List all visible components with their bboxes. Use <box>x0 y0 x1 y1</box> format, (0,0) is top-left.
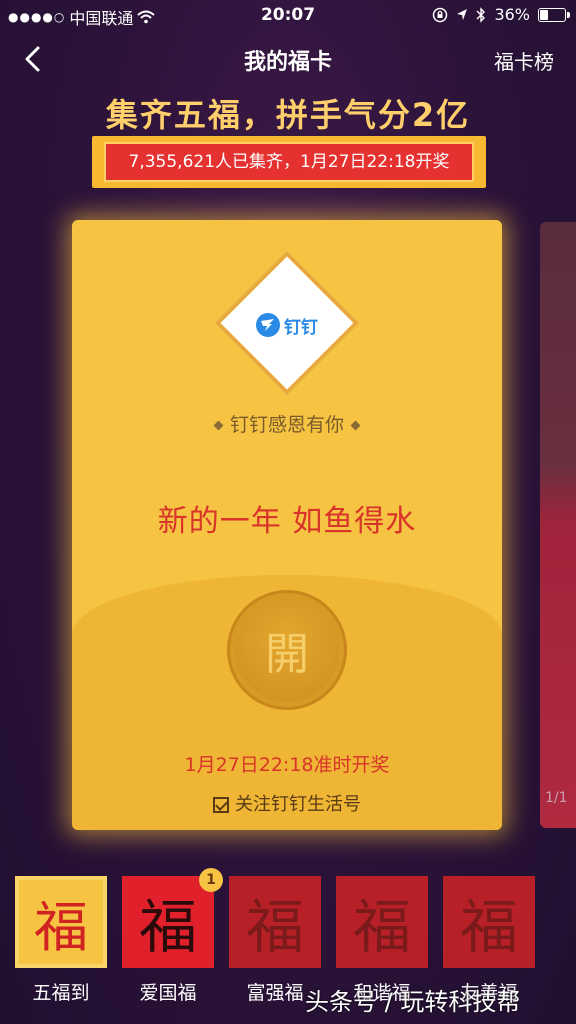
tab-label: 爱国福 <box>139 982 197 1004</box>
open-button-label: 開 <box>235 598 339 702</box>
follow-checkbox-row[interactable]: 关注钉钉生活号 <box>72 790 502 816</box>
tab-tile: 福 <box>229 876 321 968</box>
tab-tile: 福 <box>122 876 214 968</box>
sponsor-logo: 钉钉 <box>246 308 328 342</box>
status-bar: ●●●●○ 中国联通 20:07 36% <box>0 0 576 30</box>
page-title: 我的福卡 <box>243 50 332 75</box>
sponsor-line-text: 钉钉感恩有你 <box>229 414 344 436</box>
tab-aiguofu[interactable]: 福 1 爱国福 <box>121 868 223 1005</box>
stats-banner-text: 7,355,621人已集齐，1月27日22:18开奖 <box>104 142 474 182</box>
tab-wufudao[interactable]: 福 五福到 <box>14 876 108 1005</box>
sponsor-logo-text: 钉钉 <box>284 317 318 338</box>
sponsor-line: 钉钉感恩有你 <box>72 410 502 437</box>
location-icon <box>457 8 468 20</box>
rotation-lock-icon <box>433 7 448 22</box>
diamond-icon <box>350 420 361 431</box>
campaign-headline: 集齐五福，拼手气分2亿 <box>105 96 471 134</box>
open-button[interactable]: 開 <box>227 590 347 710</box>
fortune-card: 钉钉 钉钉感恩有你 新的一年 如鱼得水 開 1月27日22:18准时开奖 关注钉… <box>72 220 502 830</box>
count-badge: 1 <box>199 868 223 892</box>
blessing-text: 新的一年 如鱼得水 <box>157 504 417 539</box>
leaderboard-link[interactable]: 福卡榜 <box>494 46 554 75</box>
status-right: 36% <box>432 5 570 24</box>
page-indicator: 1/1 <box>545 790 568 806</box>
stats-banner: 7,355,621人已集齐，1月27日22:18开奖 <box>92 136 486 188</box>
dingtalk-icon <box>256 313 280 337</box>
checkbox-checked-icon[interactable] <box>213 797 229 813</box>
battery-percent: 36% <box>494 5 530 24</box>
diamond-icon <box>213 420 224 431</box>
tab-tile: 福 <box>336 876 428 968</box>
nav-bar: 我的福卡 福卡榜 <box>0 36 576 82</box>
follow-label: 关注钉钉生活号 <box>235 794 361 815</box>
draw-time: 1月27日22:18准时开奖 <box>184 754 390 776</box>
battery-icon <box>538 7 570 22</box>
tab-tile: 福 <box>15 876 107 968</box>
next-card-peek[interactable] <box>540 222 576 828</box>
tab-label: 五福到 <box>32 982 90 1004</box>
bluetooth-icon <box>476 6 486 23</box>
tab-tile: 福 <box>443 876 535 968</box>
battery-level <box>540 9 548 20</box>
watermark: 头条号 / 玩转科技帮 <box>305 988 521 1016</box>
